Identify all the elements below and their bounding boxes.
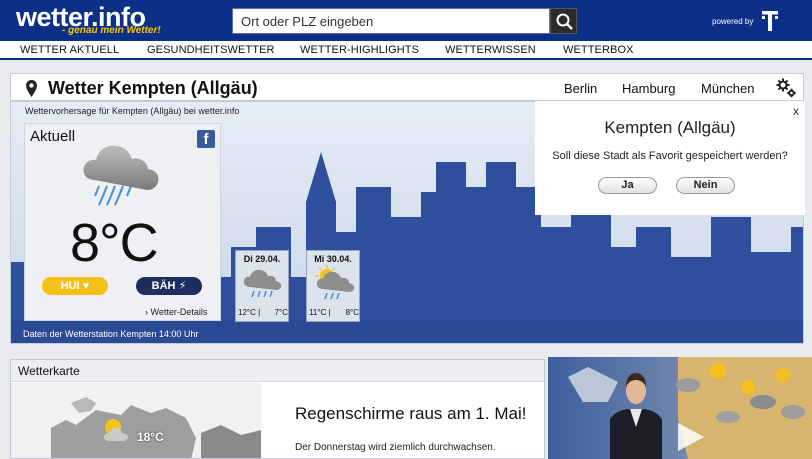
close-icon[interactable]: x <box>793 104 799 118</box>
nav-wetter-highlights[interactable]: WETTER-HIGHLIGHTS <box>300 44 419 56</box>
facebook-icon[interactable]: f <box>197 130 215 148</box>
popup-city: Kempten (Allgäu) <box>604 118 736 137</box>
yes-button[interactable]: Ja <box>598 177 657 194</box>
city-link-berlin[interactable]: Berlin <box>564 81 597 96</box>
weather-details-link[interactable]: › Wetter-Details <box>145 307 207 317</box>
hui-button[interactable]: HUI ♥ <box>42 277 108 295</box>
rain-cloud-icon <box>83 145 159 206</box>
nav-wetterwissen[interactable]: WETTERWISSEN <box>445 44 536 56</box>
no-button[interactable]: Nein <box>676 177 735 194</box>
location-bar: Wetter Kempten (Allgäu) Berlin Hamburg M… <box>10 73 804 101</box>
forecast-day-min: 11°C <box>309 308 327 317</box>
favorite-popup: x Kempten (Allgäu) Soll diese Stadt als … <box>535 101 805 215</box>
weather-map-image[interactable] <box>11 383 261 459</box>
powered-by-label: powered by <box>712 17 754 26</box>
bah-button[interactable]: BÄH ⚡ <box>136 277 202 295</box>
location-pin-icon <box>26 80 37 97</box>
top-header: wetter.info - genau mein Wetter! Ort ode… <box>0 0 812 41</box>
forecast-day-min: 12°C <box>238 308 256 317</box>
popup-question: Soll diese Stadt als Favorit gespeichert… <box>552 150 788 162</box>
forecast-day-date: Di 29.04. <box>243 254 281 264</box>
heart-icon: ♥ <box>82 280 90 292</box>
lightning-icon: ⚡ <box>178 280 187 292</box>
cloud-rain-icon <box>243 269 282 298</box>
video-thumbnail <box>548 357 812 459</box>
weather-map-section: Wetterkarte 18°C Regenschirme raus am 1.… <box>10 359 545 459</box>
logo-tagline: - genau mein Wetter! <box>62 25 161 36</box>
weather-video-player[interactable] <box>548 357 812 459</box>
forecast-day-card[interactable]: Di 29.04. 12°C | 7°C <box>235 250 289 322</box>
forecast-day-temps: 12°C | 7°C <box>238 308 288 317</box>
search-icon <box>556 13 573 30</box>
forecast-day-temps: 11°C | 8°C <box>309 308 359 317</box>
forecast-subtitle: Wettervorhersage für Kempten (Allgäu) be… <box>25 106 240 116</box>
current-weather-card: Aktuell f 8°C HUI ♥ BÄH ⚡ › Wetter-Detai… <box>24 123 221 321</box>
city-link-muenchen[interactable]: München <box>701 81 754 96</box>
forecast-day-card[interactable]: Mi 30.04. 11°C | 8°C <box>306 250 360 322</box>
news-teaser: Der Donnerstag wird ziemlich durchwachse… <box>295 442 496 453</box>
section-title: Wetterkarte <box>18 364 80 378</box>
forecast-day-date: Mi 30.04. <box>314 254 352 264</box>
current-label: Aktuell <box>30 128 76 145</box>
station-info: Daten der Wetterstation Kempten 14:00 Uh… <box>23 329 199 339</box>
map-temperature: 18°C <box>137 430 164 444</box>
bah-label: BÄH <box>151 280 176 292</box>
section-header: Wetterkarte <box>11 360 544 382</box>
forecast-day-max: 8°C <box>345 308 359 317</box>
forecast-day-max: 7°C <box>274 308 288 317</box>
nav-wetter-aktuell[interactable]: WETTER AKTUELL <box>20 44 119 56</box>
nav-wetterbox[interactable]: WETTERBOX <box>563 44 634 56</box>
news-headline[interactable]: Regenschirme raus am 1. Mai! <box>295 404 526 424</box>
page-title: Wetter Kempten (Allgäu) <box>48 78 258 98</box>
city-link-hamburg[interactable]: Hamburg <box>622 81 675 96</box>
search-input[interactable]: Ort oder PLZ eingeben <box>232 8 550 34</box>
gear-icon[interactable] <box>775 77 797 99</box>
main-nav: WETTER AKTUELL GESUNDHEITSWETTER WETTER-… <box>0 41 812 60</box>
current-temperature: 8°C <box>70 213 159 273</box>
sun-cloud-rain-icon <box>316 265 355 300</box>
hui-label: HUI <box>60 280 80 292</box>
search-button[interactable] <box>550 8 577 34</box>
telekom-logo-icon <box>762 11 778 31</box>
nav-gesundheitswetter[interactable]: GESUNDHEITSWETTER <box>147 44 275 56</box>
